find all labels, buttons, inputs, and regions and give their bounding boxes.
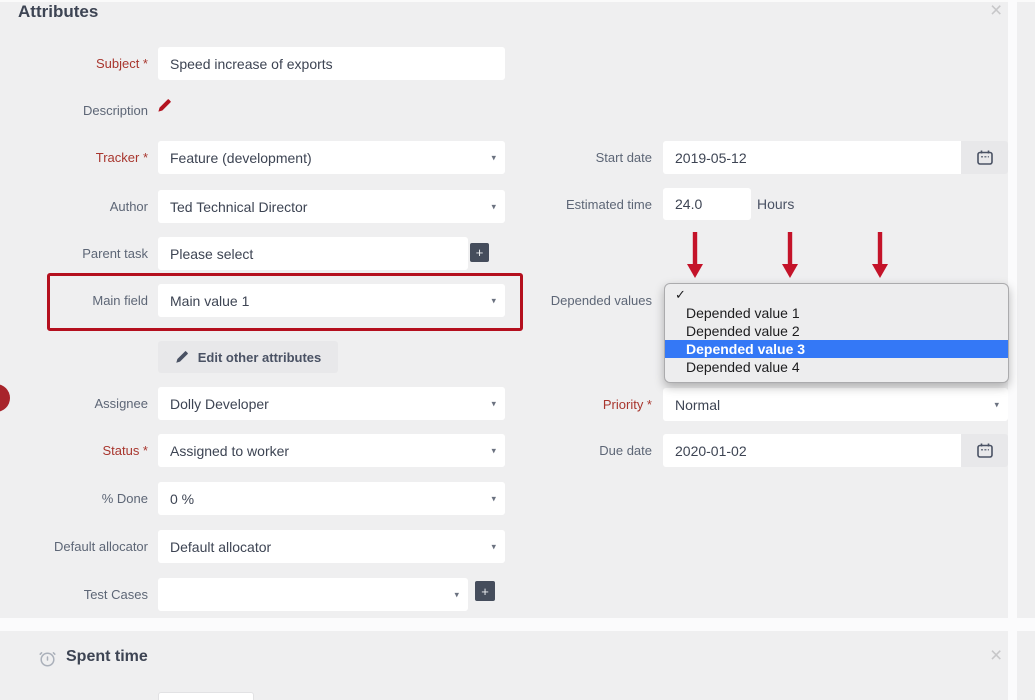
chevron-down-icon: ▾	[491, 541, 496, 552]
attributes-form-page: Attributes × Subject * Speed increase of…	[0, 0, 1035, 700]
estimated-time-input[interactable]: 24.0	[663, 188, 751, 220]
subject-input[interactable]: Speed increase of exports	[158, 47, 505, 80]
parent-task-label: Parent task	[0, 246, 148, 261]
dropdown-option[interactable]: Depended value 1	[665, 304, 1008, 322]
start-date-calendar-button[interactable]	[961, 141, 1008, 174]
main-field-label: Main field	[0, 293, 148, 308]
alarm-clock-icon	[38, 649, 57, 668]
depended-values-label: Depended values	[440, 293, 652, 308]
subject-value: Speed increase of exports	[170, 56, 333, 72]
author-value: Ted Technical Director	[170, 199, 307, 215]
percent-done-value: 0 %	[170, 491, 194, 507]
edit-description-pencil-icon[interactable]	[157, 98, 172, 113]
add-test-case-button[interactable]: +	[475, 581, 495, 601]
section-divider	[0, 618, 1035, 631]
due-date-value: 2020-01-02	[675, 443, 747, 459]
subject-label: Subject *	[0, 56, 148, 71]
pencil-icon	[175, 350, 189, 364]
edit-other-attributes-button[interactable]: Edit other attributes	[158, 341, 338, 373]
status-label: Status *	[0, 443, 148, 458]
add-parent-task-button[interactable]: +	[470, 243, 489, 262]
dropdown-option[interactable]: Depended value 4	[665, 358, 1008, 376]
page-title: Attributes	[18, 2, 98, 22]
priority-value: Normal	[675, 397, 720, 413]
due-date-label: Due date	[440, 443, 652, 458]
percent-done-label: % Done	[0, 491, 148, 506]
chevron-down-icon: ▾	[491, 493, 496, 504]
priority-select[interactable]: Normal ▾	[663, 388, 1008, 421]
parent-task-input[interactable]: Please select	[158, 237, 468, 270]
test-cases-label: Test Cases	[0, 587, 148, 602]
test-cases-select[interactable]: ▾	[158, 578, 468, 611]
parent-task-value: Please select	[170, 246, 253, 262]
estimated-time-label: Estimated time	[440, 197, 652, 212]
default-allocator-value: Default allocator	[170, 539, 271, 555]
top-divider	[0, 0, 1035, 2]
plus-icon: +	[481, 585, 489, 598]
red-arrow-down-icon	[686, 232, 704, 278]
calendar-icon	[977, 150, 993, 165]
default-allocator-select[interactable]: Default allocator ▾	[158, 530, 505, 563]
tracker-value: Feature (development)	[170, 150, 312, 166]
chevron-down-icon: ▾	[994, 399, 999, 410]
due-date-calendar-button[interactable]	[961, 434, 1008, 467]
red-arrow-down-icon	[871, 232, 889, 278]
red-arrow-down-icon	[781, 232, 799, 278]
start-date-value: 2019-05-12	[675, 150, 747, 166]
main-field-value: Main value 1	[170, 293, 249, 309]
spent-time-close-icon[interactable]: ×	[990, 646, 1002, 666]
author-label: Author	[0, 199, 148, 214]
status-value: Assigned to worker	[170, 443, 289, 459]
edit-other-attributes-label: Edit other attributes	[198, 350, 322, 365]
dropdown-option[interactable]: Depended value 2	[665, 322, 1008, 340]
default-allocator-label: Default allocator	[0, 539, 148, 554]
calendar-icon	[977, 443, 993, 458]
due-date-input[interactable]: 2020-01-02	[663, 434, 961, 467]
spent-time-title: Spent time	[66, 648, 148, 666]
priority-label: Priority *	[440, 397, 652, 412]
plus-icon: +	[476, 246, 484, 259]
assignee-label: Assignee	[0, 396, 148, 411]
dropdown-option-highlighted[interactable]: Depended value 3	[665, 340, 1008, 358]
check-icon: ✓	[675, 287, 686, 302]
assignee-value: Dolly Developer	[170, 396, 269, 412]
estimated-time-value: 24.0	[675, 196, 702, 212]
chevron-down-icon: ▾	[454, 589, 459, 600]
estimated-time-unit: Hours	[757, 196, 794, 212]
percent-done-select[interactable]: 0 % ▾	[158, 482, 505, 515]
dropdown-option-empty-checked[interactable]: ✓	[665, 286, 1008, 304]
tracker-label: Tracker *	[0, 150, 148, 165]
depended-values-open-dropdown: ✓ Depended value 1 Depended value 2 Depe…	[664, 283, 1009, 383]
close-icon[interactable]: ×	[990, 1, 1002, 21]
spent-time-partial-input[interactable]	[158, 692, 254, 700]
start-date-input[interactable]: 2019-05-12	[663, 141, 961, 174]
description-label: Description	[0, 103, 148, 118]
start-date-label: Start date	[440, 150, 652, 165]
panel-right-gap	[1008, 0, 1017, 700]
